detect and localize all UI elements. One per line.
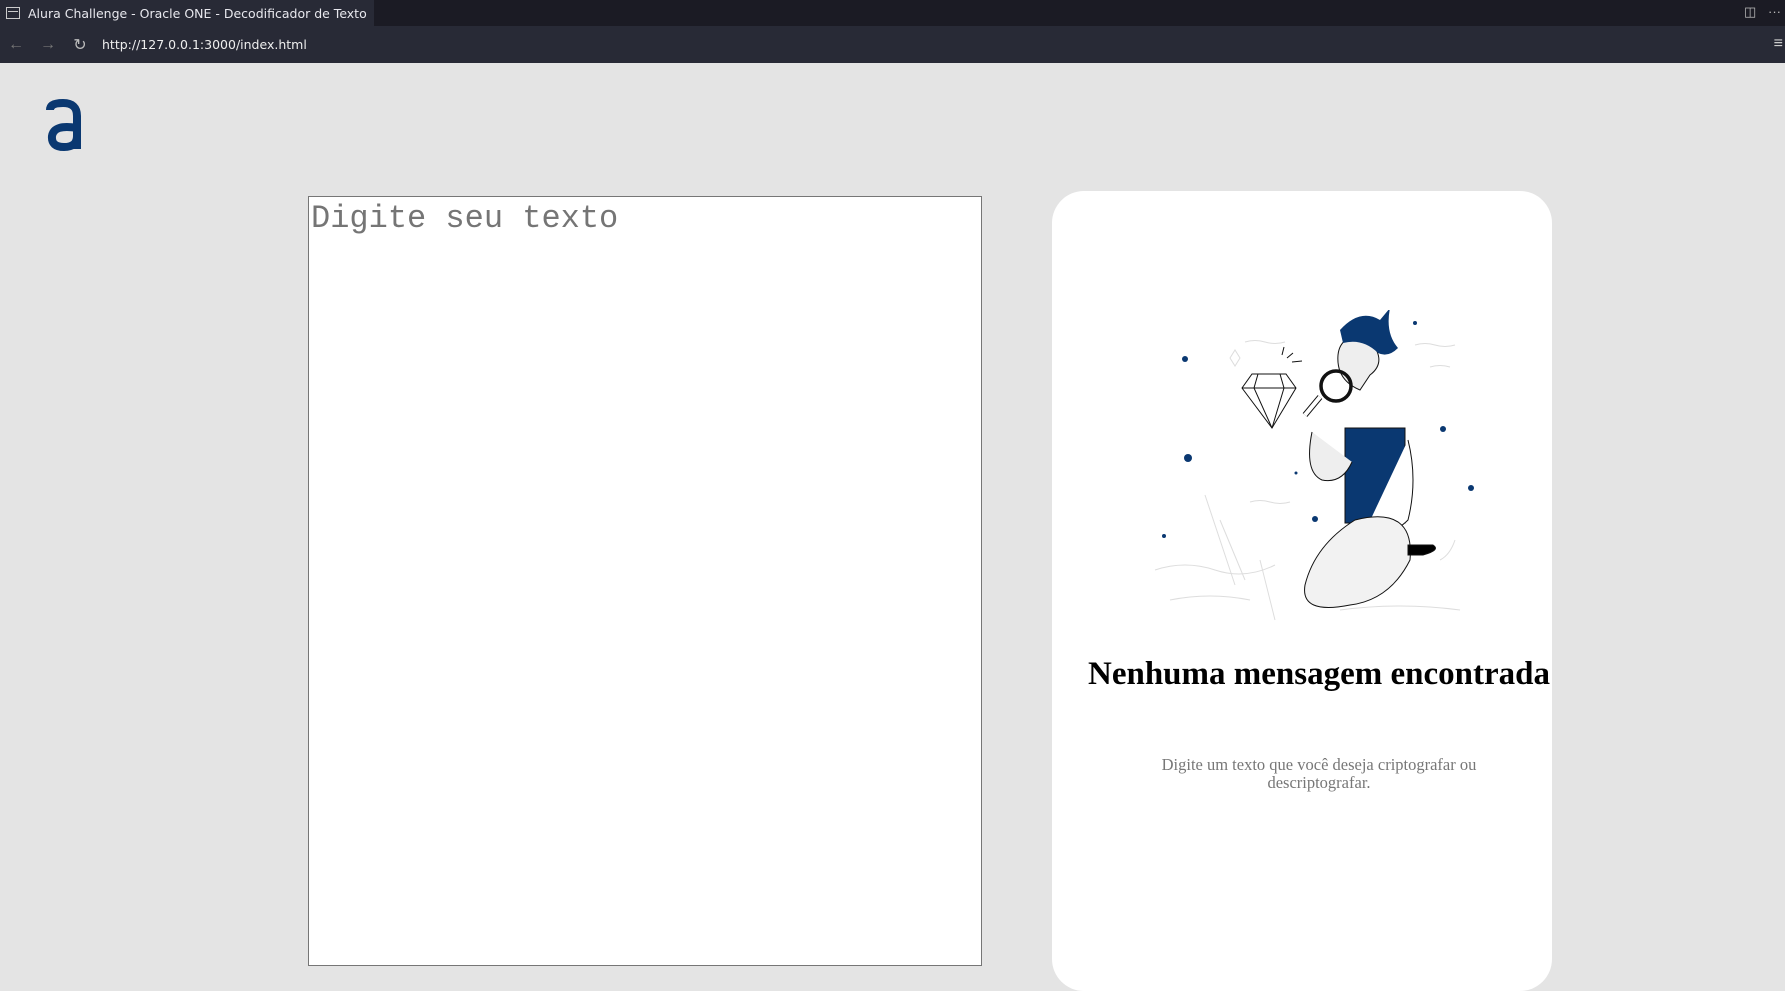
page-icon <box>6 7 20 19</box>
browser-nav-bar: ← → ↻ http://127.0.0.1:3000/index.html ≡ <box>0 26 1785 63</box>
more-options-icon[interactable]: ··· <box>1768 4 1781 19</box>
browser-tab-bar: Alura Challenge - Oracle ONE - Decodific… <box>0 0 1785 26</box>
reload-icon[interactable]: ↻ <box>64 35 96 55</box>
empty-state-description: Digite um texto que você deseja criptogr… <box>1161 755 1477 792</box>
address-bar[interactable]: http://127.0.0.1:3000/index.html <box>102 37 307 52</box>
menu-icon[interactable]: ≡ <box>1774 35 1783 53</box>
result-panel: Nenhuma mensagem encontrada Digite um te… <box>1052 191 1552 991</box>
split-view-icon[interactable]: ◫ <box>1744 4 1756 20</box>
tab-title: Alura Challenge - Oracle ONE - Decodific… <box>28 5 367 21</box>
text-input[interactable] <box>308 196 982 966</box>
search-illustration-icon <box>1154 310 1474 621</box>
forward-icon[interactable]: → <box>32 36 64 54</box>
empty-state-title: Nenhuma mensagem encontrada <box>1088 656 1550 692</box>
back-icon[interactable]: ← <box>0 36 32 54</box>
alura-logo[interactable] <box>46 98 82 152</box>
browser-tab[interactable]: Alura Challenge - Oracle ONE - Decodific… <box>0 0 374 26</box>
